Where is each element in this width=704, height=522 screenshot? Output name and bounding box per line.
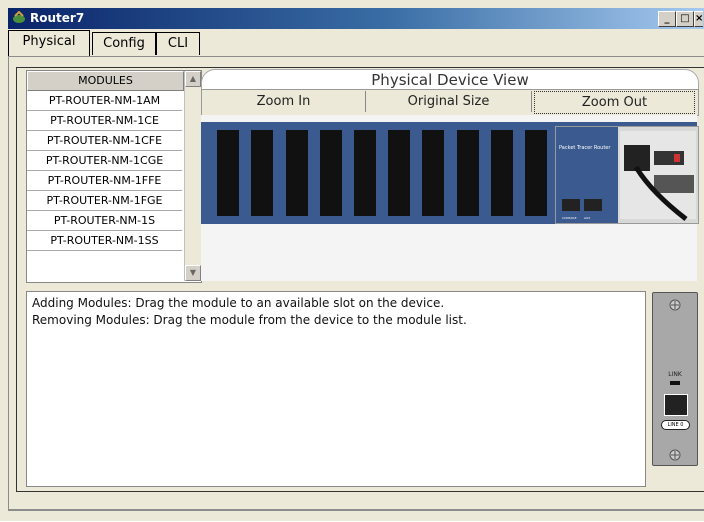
original-size-button[interactable]: Original Size: [366, 91, 532, 112]
power-supply-art: Packet Tracer Router CONSOLE AUX: [556, 127, 696, 223]
module-item[interactable]: PT-ROUTER-NM-1AM: [27, 91, 182, 111]
tab-cli[interactable]: CLI: [156, 32, 200, 55]
maximize-button[interactable]: □: [676, 11, 694, 27]
link-led-icon: [670, 381, 680, 385]
module-info-box: Adding Modules: Drag the module to an av…: [26, 291, 646, 487]
module-item[interactable]: PT-ROUTER-NM-1CFE: [27, 131, 182, 151]
status-bar: [8, 509, 704, 522]
zoom-toolbar: Zoom In Original Size Zoom Out: [201, 89, 699, 116]
module-slot[interactable]: [251, 130, 273, 216]
modules-header: MODULES: [27, 71, 184, 91]
console-port-label: CONSOLE: [562, 216, 577, 220]
line0-label: LINE 0: [661, 420, 690, 430]
title-bar[interactable]: Router7 _ □ ×: [8, 8, 704, 29]
module-preview-panel[interactable]: LINK LINE 0: [652, 292, 698, 466]
module-item[interactable]: PT-ROUTER-NM-1FGE: [27, 191, 182, 211]
module-slot[interactable]: [354, 130, 376, 216]
module-slot[interactable]: [491, 130, 513, 216]
info-line-removing: Removing Modules: Drag the module from t…: [32, 313, 467, 327]
window-title: Router7: [30, 11, 85, 25]
modules-scrollbar[interactable]: ▲ ▼: [184, 71, 201, 281]
module-item[interactable]: PT-ROUTER-NM-1FFE: [27, 171, 182, 191]
screw-icon: [669, 299, 681, 311]
module-item[interactable]: PT-ROUTER-NM-1SS: [27, 231, 182, 251]
info-line-adding: Adding Modules: Drag the module to an av…: [32, 296, 445, 310]
module-item[interactable]: PT-ROUTER-NM-1CE: [27, 111, 182, 131]
module-slot[interactable]: [388, 130, 410, 216]
zoom-out-button[interactable]: Zoom Out: [534, 91, 695, 114]
modules-list: PT-ROUTER-NM-1AM PT-ROUTER-NM-1CE PT-ROU…: [27, 91, 182, 251]
device-brand-text: Packet Tracer Router: [559, 145, 611, 151]
tab-bar: Physical Config CLI: [8, 30, 704, 58]
rj11-port-icon: [664, 394, 688, 416]
module-slot[interactable]: [525, 130, 547, 216]
module-slot[interactable]: [286, 130, 308, 216]
module-slot[interactable]: [217, 130, 239, 216]
screw-icon: [669, 449, 681, 461]
modules-list-panel: MODULES PT-ROUTER-NM-1AM PT-ROUTER-NM-1C…: [26, 70, 202, 283]
module-slot[interactable]: [457, 130, 479, 216]
router-window: Router7 _ □ × Physical Config CLI MODULE…: [0, 0, 704, 521]
link-label: LINK: [668, 371, 682, 378]
power-supply: Packet Tracer Router CONSOLE AUX: [555, 126, 699, 224]
router-device-image[interactable]: Packet Tracer Router CONSOLE AUX: [201, 122, 699, 224]
minimize-button[interactable]: _: [658, 11, 676, 27]
scroll-down-button[interactable]: ▼: [185, 265, 201, 281]
scroll-up-button[interactable]: ▲: [185, 71, 201, 87]
zoom-in-button[interactable]: Zoom In: [202, 91, 366, 112]
module-item[interactable]: PT-ROUTER-NM-1S: [27, 211, 182, 231]
router-app-icon: [13, 11, 25, 23]
physical-device-view-title: Physical Device View: [201, 69, 699, 91]
module-slot[interactable]: [422, 130, 444, 216]
module-slot[interactable]: [320, 130, 342, 216]
tab-physical[interactable]: Physical: [8, 30, 90, 57]
module-item[interactable]: PT-ROUTER-NM-1CGE: [27, 151, 182, 171]
close-button[interactable]: ×: [694, 11, 703, 27]
tab-config[interactable]: Config: [92, 32, 156, 55]
aux-port-label: AUX: [584, 216, 590, 220]
